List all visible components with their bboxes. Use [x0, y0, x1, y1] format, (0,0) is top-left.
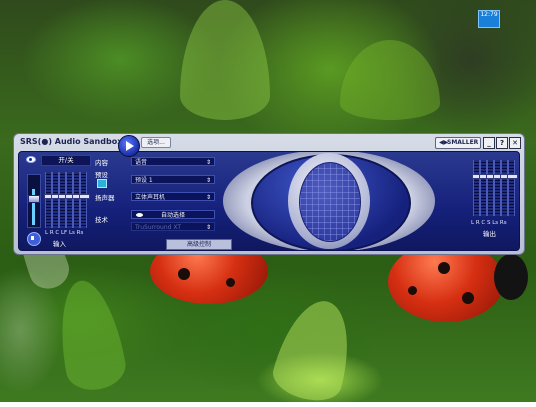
- play-icon[interactable]: [118, 135, 140, 157]
- speaker-icon[interactable]: [27, 232, 41, 246]
- spin-icon: ⇕: [205, 159, 211, 166]
- meter-l[interactable]: [44, 172, 55, 228]
- output-channel-labels: L R C S Ls Rs: [471, 220, 507, 226]
- input-meters: [44, 172, 90, 228]
- spin-icon: ⇕: [205, 194, 211, 201]
- auto-select-label: 自动选择: [160, 212, 185, 219]
- out-meter-ls[interactable]: [500, 160, 511, 216]
- ladybug-head: [494, 254, 528, 300]
- preset-dropdown[interactable]: 预设 1 ⇕: [131, 175, 215, 184]
- srs-logo-graphic: [223, 152, 435, 250]
- preset-label: 预设: [95, 171, 108, 179]
- output-label: 输出: [483, 230, 496, 238]
- speakers-value: 立体声耳机: [135, 194, 166, 201]
- spin-icon: ⇕: [205, 224, 211, 231]
- wallpaper-leaf: [340, 40, 440, 120]
- minimize-button[interactable]: _: [483, 137, 495, 149]
- settings-block: 内容 语音 ⇕ 预设 预设 1 ⇕ 扬声器 立体声耳机 ⇕ 技术 自动选择 TruSu…: [91, 155, 219, 243]
- clock-time: 12:79: [480, 11, 498, 18]
- clock-widget[interactable]: 12:79: [478, 10, 500, 28]
- out-meter-l[interactable]: [472, 160, 483, 216]
- out-meter-c[interactable]: [486, 160, 497, 216]
- options-button[interactable]: 选项...: [141, 137, 171, 148]
- sound-field-grid[interactable]: [299, 162, 361, 242]
- close-button[interactable]: ✕: [509, 137, 521, 149]
- power-label: 开/关: [41, 155, 91, 166]
- input-channel-labels: L R C LF Ls Rs: [45, 230, 84, 236]
- eye-icon: [136, 213, 143, 217]
- tech-label: 技术: [95, 216, 108, 224]
- preset-value: 预设 1: [135, 177, 153, 184]
- meter-knob[interactable]: [507, 174, 518, 179]
- wallpaper-leaf: [180, 0, 270, 120]
- meter-knob[interactable]: [79, 194, 90, 199]
- meter-rs[interactable]: [79, 172, 90, 228]
- technology-value: TruSurround XT: [135, 224, 182, 231]
- eye-icon: [26, 156, 36, 163]
- srs-audio-sandbox-window: SRS(●) Audio Sandbox 选项... ◀▶SMALLER _ ?…: [13, 133, 525, 255]
- wallpaper-leaf: [268, 292, 362, 407]
- out-meter-s[interactable]: [493, 160, 504, 216]
- auto-select-button[interactable]: 自动选择: [131, 210, 215, 219]
- content-dropdown[interactable]: 语音 ⇕: [131, 157, 215, 166]
- speakers-label: 扬声器: [95, 194, 115, 202]
- input-label: 输入: [53, 240, 66, 248]
- wallpaper-leaf: [50, 275, 130, 395]
- meter-lf[interactable]: [65, 172, 76, 228]
- help-button[interactable]: ?: [496, 137, 508, 149]
- content-value: 语音: [135, 159, 148, 166]
- technology-dropdown[interactable]: TruSurround XT ⇕: [131, 222, 215, 231]
- preset-icon[interactable]: [97, 179, 107, 188]
- smaller-label: SMALLER: [447, 139, 479, 146]
- meter-r[interactable]: [51, 172, 62, 228]
- meter-ls[interactable]: [72, 172, 83, 228]
- content-label: 内容: [95, 159, 108, 167]
- volume-knob[interactable]: [28, 195, 40, 203]
- smaller-button[interactable]: ◀▶SMALLER: [435, 137, 481, 149]
- speakers-dropdown[interactable]: 立体声耳机 ⇕: [131, 192, 215, 201]
- title-bar[interactable]: SRS(●) Audio Sandbox 选项... ◀▶SMALLER _ ?…: [17, 135, 521, 157]
- window-title: SRS(●) Audio Sandbox: [20, 137, 123, 146]
- arrow-icon: ◀▶: [439, 139, 449, 146]
- main-panel: 开/关 L R C LF Ls Rs 输入 内容 语音 ⇕ 预设 预设 1 ⇕: [18, 151, 520, 251]
- master-volume-slider[interactable]: [27, 174, 41, 228]
- out-meter-rs[interactable]: [507, 160, 518, 216]
- power-toggle[interactable]: 开/关: [23, 155, 91, 166]
- meter-c[interactable]: [58, 172, 69, 228]
- out-meter-r[interactable]: [479, 160, 490, 216]
- spin-icon: ⇕: [205, 177, 211, 184]
- output-meters: [472, 160, 518, 216]
